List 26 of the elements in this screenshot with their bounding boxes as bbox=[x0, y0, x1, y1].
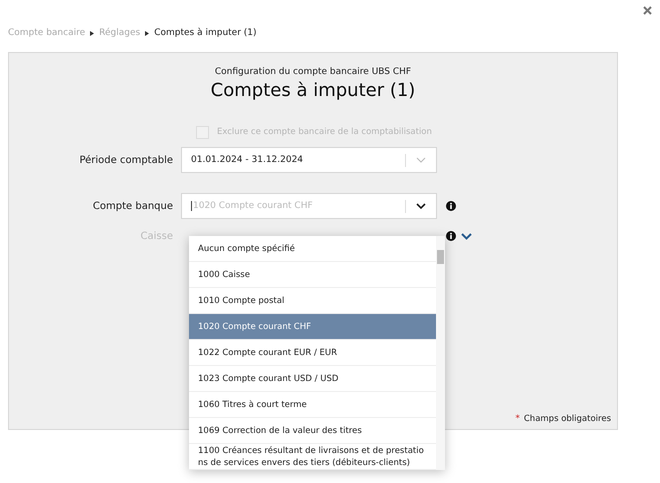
separator-icon bbox=[145, 30, 150, 36]
field-label: Période comptable bbox=[78, 154, 174, 166]
breadcrumb-link[interactable]: Comptes à imputer (1) bbox=[154, 28, 257, 38]
scrollbar[interactable] bbox=[436, 236, 445, 470]
caret-icon bbox=[416, 157, 426, 163]
dropdown-option[interactable]: Aucun compte spécifié bbox=[189, 236, 436, 262]
chevron-down-icon[interactable] bbox=[461, 232, 472, 240]
panel-subtitle: Configuration du compte bancaire UBS CHF bbox=[214, 67, 412, 77]
dropdown-option[interactable]: 1022 Compte courant EUR / EUR bbox=[189, 340, 436, 366]
dropdown-option[interactable]: 1020 Compte courant CHF bbox=[189, 314, 436, 340]
dropdown-option[interactable]: 1010 Compte postal bbox=[189, 288, 436, 314]
close-button[interactable] bbox=[641, 4, 654, 17]
dropdown-option[interactable]: 1069 Correction de la valeur des titres bbox=[189, 418, 436, 444]
select-field[interactable]: 01.01.2024 - 31.12.2024 bbox=[181, 147, 437, 173]
dropdown-option[interactable]: 1000 Caisse bbox=[189, 262, 436, 288]
separator-icon bbox=[90, 30, 94, 36]
required-note: Champs obligatoires bbox=[524, 414, 611, 424]
dropdown-option[interactable]: 1023 Compte courant USD / USD bbox=[189, 366, 436, 392]
required-marker: * bbox=[515, 414, 520, 424]
field-label: Compte banque bbox=[92, 200, 174, 212]
info-icon[interactable] bbox=[446, 201, 456, 211]
select-value: 01.01.2024 - 31.12.2024 bbox=[191, 155, 304, 165]
dropdown-option[interactable]: 1060 Titres à court terme bbox=[189, 392, 436, 418]
checkbox-label: Exclure ce compte bancaire de la comptabilisation bbox=[217, 127, 432, 137]
dropdown-option[interactable]: 1100 Créances résultant de livraisons et de prestations de services envers des tiers (débiteurs-clients) bbox=[189, 444, 436, 470]
panel-title: Comptes à imputer (1) bbox=[210, 80, 416, 101]
